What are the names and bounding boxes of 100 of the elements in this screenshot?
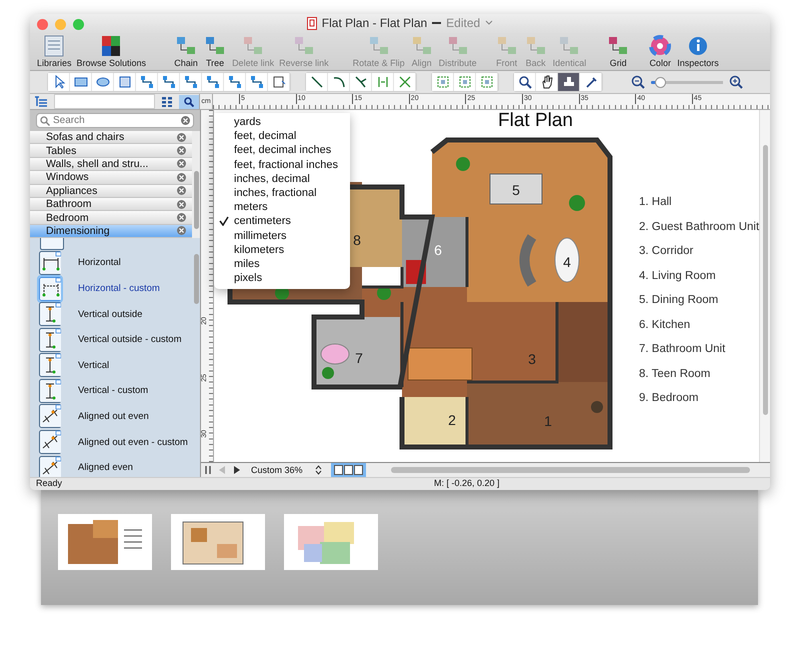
dimension-shape-icon <box>39 430 61 454</box>
connector-icon <box>162 75 176 89</box>
zoom-dropdown[interactable]: Custom 36% <box>247 465 326 475</box>
search-field[interactable]: Search <box>36 113 194 128</box>
close-icon[interactable] <box>177 186 186 196</box>
zoom-out-icon[interactable] <box>631 75 645 89</box>
menu-item[interactable]: centimeters <box>214 214 350 228</box>
shape-item[interactable]: Horizontal - custom <box>30 276 192 302</box>
menu-item[interactable]: yards <box>214 115 350 130</box>
room-number: 8 <box>353 232 361 248</box>
legend-item: 5. Dining Room <box>639 294 720 306</box>
next-page-icon[interactable] <box>232 465 242 475</box>
insert-icon <box>272 75 286 89</box>
search-icon <box>518 75 532 89</box>
tool-button[interactable] <box>306 73 328 91</box>
menu-item[interactable]: feet, decimal <box>214 129 350 144</box>
toolbar-button[interactable]: Inspectors <box>676 35 720 70</box>
filter-field[interactable] <box>54 94 155 109</box>
ellipse-icon <box>96 75 110 89</box>
library-item[interactable]: Dimensioning <box>30 224 192 238</box>
slider-thumb[interactable] <box>654 76 666 88</box>
toolbar-button[interactable]: Browse Solutions <box>76 35 148 70</box>
room-number: 4 <box>563 254 571 270</box>
shape-item[interactable]: Aligned out even - custom <box>30 429 192 455</box>
shape-item[interactable]: Vertical - custom <box>30 378 192 404</box>
room-number: 6 <box>434 242 442 258</box>
toolbar-button[interactable]: Chain <box>173 35 200 70</box>
menu-item[interactable]: feet, fractional inches <box>214 158 350 172</box>
scrollbar-thumb[interactable] <box>390 467 750 473</box>
zoom-in-icon[interactable] <box>729 75 743 89</box>
library-item[interactable]: Walls, shell and stru... <box>30 158 192 172</box>
close-icon[interactable] <box>37 18 48 30</box>
menu-item[interactable]: feet, decimal inches <box>214 143 350 158</box>
legend-item: 4. Living Room <box>639 270 717 282</box>
stepper-icon <box>314 465 322 475</box>
menu-item[interactable]: inches, fractional <box>214 186 350 200</box>
shape-item[interactable]: Vertical outside <box>30 301 192 327</box>
dimension-shape-icon <box>39 404 61 428</box>
connector-icon <box>206 75 220 89</box>
library-item[interactable]: Sofas and chairs <box>30 131 192 144</box>
library-item[interactable]: Appliances <box>30 184 192 198</box>
curve-icon <box>354 75 368 89</box>
library-item[interactable]: Bathroom <box>30 198 192 212</box>
menu-item[interactable]: kilometers <box>214 242 350 257</box>
room-number: 2 <box>448 412 456 428</box>
hand-icon <box>540 75 554 89</box>
arc-icon <box>332 75 346 89</box>
dimension-shape-icon <box>39 378 61 403</box>
split-icon <box>376 75 390 89</box>
close-icon[interactable] <box>177 146 186 156</box>
document-icon <box>306 16 317 30</box>
status-text: Ready <box>36 478 62 488</box>
tool-button[interactable] <box>558 73 580 91</box>
close-icon[interactable] <box>177 213 186 222</box>
search-icon <box>40 116 50 126</box>
clear-icon[interactable] <box>181 116 190 125</box>
list-view-icon[interactable] <box>34 96 48 107</box>
shape-item[interactable]: Vertical <box>30 352 192 378</box>
legend-item: 7. Bathroom Unit <box>639 343 726 355</box>
connector-icon <box>140 75 154 89</box>
legend-item: 8. Teen Room <box>639 368 712 380</box>
search-icon <box>184 96 194 106</box>
menu-item[interactable]: pixels <box>214 271 350 286</box>
library-item[interactable]: Tables <box>30 144 192 158</box>
dimension-shape-icon <box>39 353 61 378</box>
toolbar-button[interactable]: Grid <box>605 35 632 70</box>
tool-button[interactable] <box>48 73 70 91</box>
dimension-shape-icon <box>39 302 61 326</box>
chevron-icon[interactable] <box>485 20 494 26</box>
tool-button[interactable] <box>514 73 536 91</box>
room-number: 5 <box>512 182 520 198</box>
library-item[interactable]: Bedroom <box>30 211 192 225</box>
toolbar-button[interactable]: Color <box>647 35 674 70</box>
close-icon[interactable] <box>177 200 186 209</box>
legend-item: 2. Guest Bathroom Unit <box>639 220 760 232</box>
page-tabs[interactable] <box>330 463 366 477</box>
menu-item[interactable]: inches, decimal <box>214 172 350 186</box>
toolbar-button[interactable]: Libraries <box>36 35 73 70</box>
stamp-icon <box>562 75 576 89</box>
scrollbar-thumb[interactable] <box>762 145 768 415</box>
shape-item[interactable]: Aligned out even <box>30 404 192 430</box>
menu-item[interactable]: meters <box>214 200 350 214</box>
menu-item[interactable]: miles <box>214 256 350 272</box>
close-icon[interactable] <box>177 159 186 168</box>
close-icon[interactable] <box>177 172 186 182</box>
library-item[interactable]: Windows <box>30 171 192 185</box>
shape-item[interactable]: Horizontal <box>30 250 192 276</box>
shape-item[interactable]: Vertical outside - custom <box>30 326 192 352</box>
rect-icon <box>74 75 88 89</box>
search-button[interactable] <box>179 94 199 108</box>
close-icon[interactable] <box>177 132 186 142</box>
container-icon <box>118 75 132 89</box>
connector-icon <box>228 75 242 89</box>
plan-title: Flat Plan <box>498 110 573 132</box>
pause-icon[interactable] <box>204 465 212 475</box>
close-icon[interactable] <box>177 226 186 236</box>
menu-item[interactable]: millimeters <box>214 228 350 243</box>
legend-item: 9. Bedroom <box>639 392 700 404</box>
toolbar-glyph-icon <box>42 35 66 57</box>
toolbar-button[interactable]: Tree <box>202 35 228 70</box>
